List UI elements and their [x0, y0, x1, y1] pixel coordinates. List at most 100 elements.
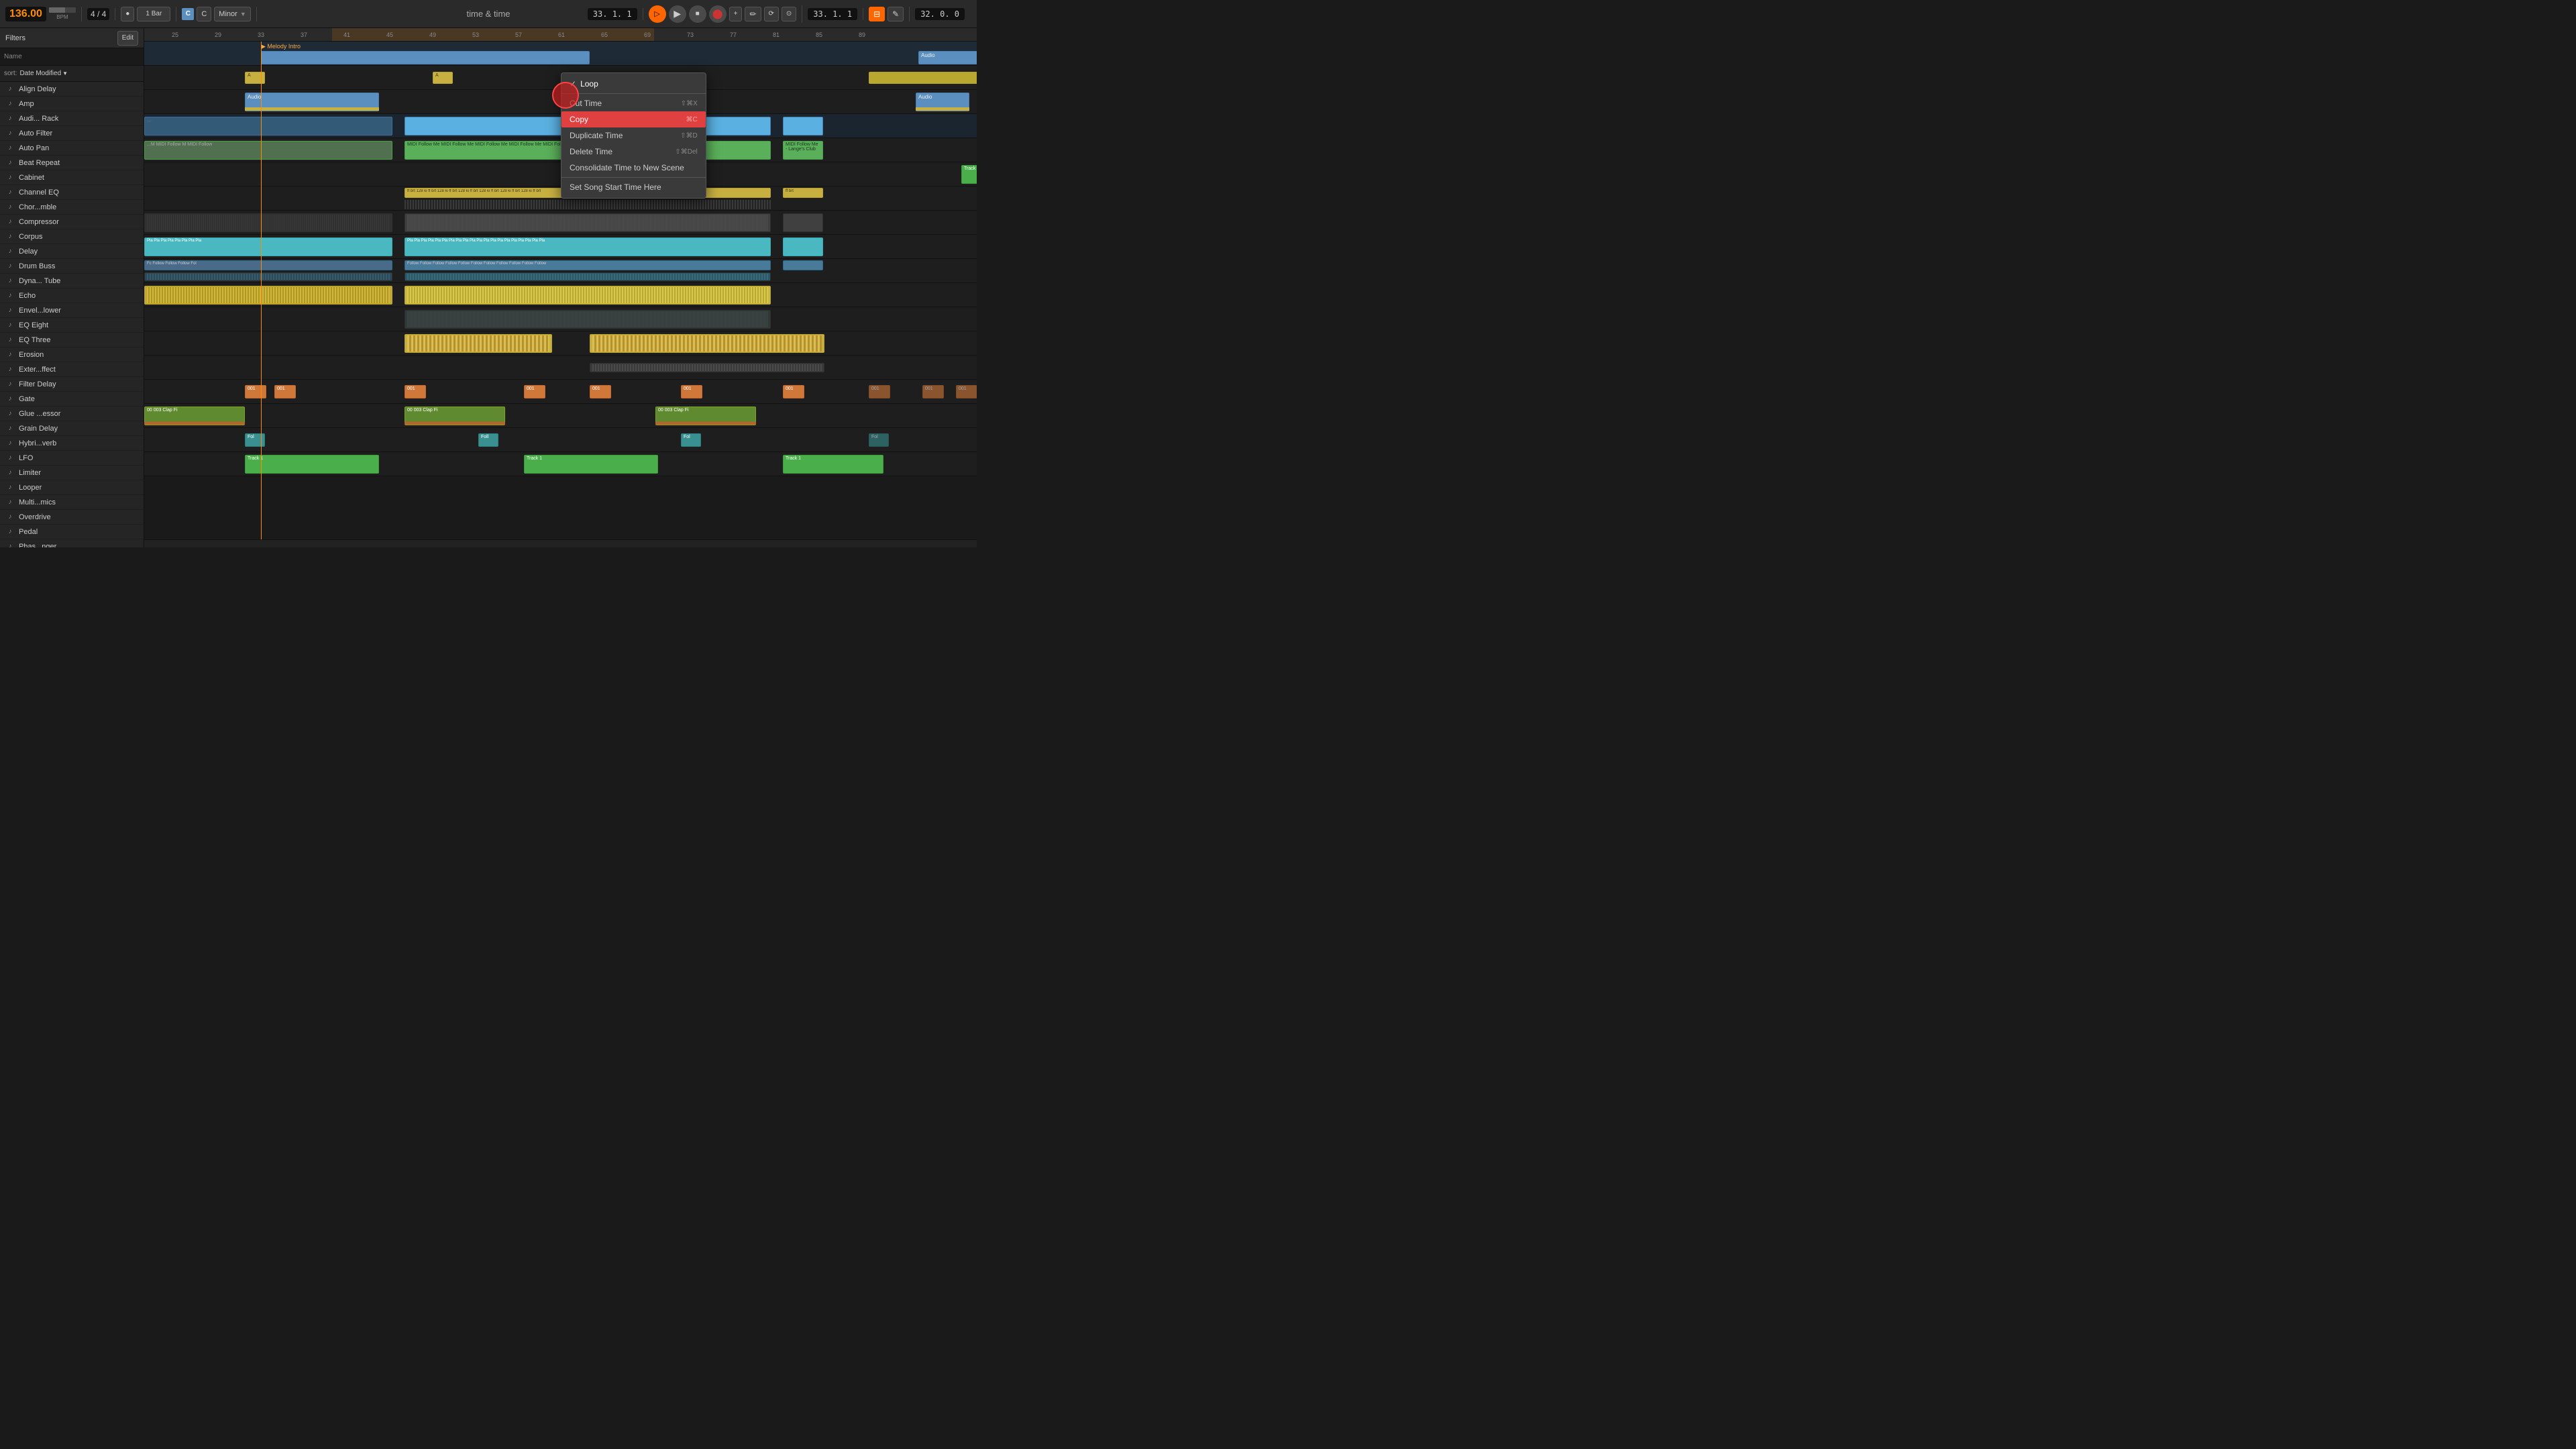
yellow-clip-1[interactable]: A: [245, 72, 265, 84]
audio-clip-2[interactable]: Audio: [918, 51, 977, 64]
scale-selector[interactable]: Minor ▼: [214, 7, 250, 21]
sidebar-item-audi____rack[interactable]: ♪ Audi... Rack: [0, 111, 144, 126]
edit-btn[interactable]: Edit: [117, 31, 138, 46]
midi-f-1[interactable]: ...M MIDI Follow M MIDI Follow: [144, 141, 392, 160]
track1-1[interactable]: Track 1: [245, 455, 379, 474]
teal-1[interactable]: Track 1: [961, 165, 977, 184]
follow-btn[interactable]: ▷: [649, 5, 666, 23]
cyan-3[interactable]: [783, 237, 823, 256]
orange-1[interactable]: 001: [245, 385, 266, 398]
sidebar-item-amp[interactable]: ♪ Amp: [0, 97, 144, 111]
play-btn[interactable]: ▶: [669, 5, 686, 23]
cyan-1[interactable]: Pla Pla Pla Pla Pla Pla Pla Pla: [144, 237, 392, 256]
sidebar-item-compressor[interactable]: ♪ Compressor: [0, 215, 144, 229]
key-selector[interactable]: C: [197, 7, 211, 21]
dense-1[interactable]: [144, 213, 392, 232]
menu-delete-time[interactable]: Delete Time ⇧⌘Del: [561, 144, 706, 160]
follow-dark-1[interactable]: [144, 272, 392, 281]
sidebar-item-multi___mics[interactable]: ♪ Multi...mics: [0, 495, 144, 510]
sidebar-item-align_delay[interactable]: ♪ Align Delay: [0, 82, 144, 97]
orange-9[interactable]: 001: [922, 385, 944, 398]
clip-view-btn[interactable]: ✎: [888, 7, 904, 21]
sidebar-item-eq_three[interactable]: ♪ EQ Three: [0, 333, 144, 347]
yellow-clip-2[interactable]: A: [433, 72, 453, 84]
dense-3[interactable]: [783, 213, 823, 232]
fol-3[interactable]: Fol: [681, 433, 701, 447]
sidebar-item-corpus[interactable]: ♪ Corpus: [0, 229, 144, 244]
yd-1[interactable]: [405, 334, 552, 353]
follow-dark-2[interactable]: [405, 272, 771, 281]
drum-2[interactable]: ff brt: [783, 188, 823, 198]
sidebar-item-chor___mble[interactable]: ♪ Chor...mble: [0, 200, 144, 215]
loop-btn[interactable]: ⟳: [764, 7, 779, 21]
add-btn[interactable]: +: [729, 7, 743, 21]
sidebar-item-auto_pan[interactable]: ♪ Auto Pan: [0, 141, 144, 156]
yellow-clip-3[interactable]: [869, 72, 977, 84]
date-modified-filter[interactable]: Date Modified ▼: [19, 70, 68, 77]
overdub-btn[interactable]: ●: [121, 7, 134, 21]
sidebar-item-erosion[interactable]: ♪ Erosion: [0, 347, 144, 362]
sidebar-item-cabinet[interactable]: ♪ Cabinet: [0, 170, 144, 185]
follow-2[interactable]: Follow Follow Follow Follow Follow Follo…: [405, 260, 771, 270]
menu-copy[interactable]: Copy ⌘C: [561, 111, 706, 127]
dense-2[interactable]: [405, 213, 771, 232]
sidebar-item-echo[interactable]: ♪ Echo: [0, 288, 144, 303]
time-sig-display[interactable]: 4 / 4: [87, 8, 109, 20]
menu-loop[interactable]: ✓Loop: [561, 76, 706, 92]
menu-cut-time[interactable]: Cut Time ⇧⌘X: [561, 95, 706, 111]
tempo-display[interactable]: 136.00: [5, 7, 46, 21]
menu-consolidate[interactable]: Consolidate Time to New Scene: [561, 160, 706, 176]
orange-2[interactable]: 001: [274, 385, 296, 398]
loop-size-btn[interactable]: 1 Bar: [137, 7, 170, 21]
yd-2[interactable]: [590, 334, 824, 353]
sidebar-item-overdrive[interactable]: ♪ Overdrive: [0, 510, 144, 525]
orange-10[interactable]: 001: [956, 385, 977, 398]
dbar-1[interactable]: [590, 363, 824, 372]
midi-f-3[interactable]: MIDI Follow Me - Lange's Club: [783, 141, 823, 160]
orange-8[interactable]: 001: [869, 385, 890, 398]
record-btn[interactable]: ⬤: [709, 5, 727, 23]
sidebar-item-pedal[interactable]: ♪ Pedal: [0, 525, 144, 539]
pencil-btn[interactable]: ✏: [745, 7, 761, 21]
sidebar-item-gate[interactable]: ♪ Gate: [0, 392, 144, 407]
follow-3[interactable]: [783, 260, 823, 270]
dark-1[interactable]: [405, 310, 771, 329]
fol-1[interactable]: Fol: [245, 433, 265, 447]
sidebar-item-lfo[interactable]: ♪ LFO: [0, 451, 144, 466]
sidebar-item-limiter[interactable]: ♪ Limiter: [0, 466, 144, 480]
sidebar-item-envel___lower[interactable]: ♪ Envel...lower: [0, 303, 144, 318]
punch-btn[interactable]: ⊙: [782, 7, 796, 21]
sidebar-item-exter___ffect[interactable]: ♪ Exter...ffect: [0, 362, 144, 377]
sidebar-item-glue____essor[interactable]: ♪ Glue ...essor: [0, 407, 144, 421]
piano-1[interactable]: [144, 286, 392, 305]
horizontal-scrollbar[interactable]: [144, 539, 977, 547]
sidebar-item-eq_eight[interactable]: ♪ EQ Eight: [0, 318, 144, 333]
orange-7[interactable]: 001: [783, 385, 804, 398]
blue-wide-3[interactable]: [783, 117, 823, 136]
fol-2[interactable]: Foll: [478, 433, 498, 447]
stop-btn[interactable]: ■: [689, 5, 706, 23]
audio-clip-1[interactable]: [261, 51, 590, 64]
follow-1[interactable]: Fc Follow Follow Follow Fol: [144, 260, 392, 270]
orange-5[interactable]: 001: [590, 385, 611, 398]
sidebar-item-channel_eq[interactable]: ♪ Channel EQ: [0, 185, 144, 200]
sidebar-item-delay[interactable]: ♪ Delay: [0, 244, 144, 259]
sidebar-item-drum_buss[interactable]: ♪ Drum Buss: [0, 259, 144, 274]
orange-4[interactable]: 001: [524, 385, 545, 398]
sidebar-item-phas___nger[interactable]: ♪ Phas...nger: [0, 539, 144, 547]
orange-3[interactable]: 001: [405, 385, 426, 398]
sidebar-item-dyna____tube[interactable]: ♪ Dyna... Tube: [0, 274, 144, 288]
fol-4[interactable]: Fol: [869, 433, 889, 447]
blue-wide-1[interactable]: ...: [144, 117, 392, 136]
menu-set-start[interactable]: Set Song Start Time Here: [561, 179, 706, 195]
sidebar-item-looper[interactable]: ♪ Looper: [0, 480, 144, 495]
arrange-view-btn[interactable]: ⊟: [869, 7, 885, 21]
menu-duplicate-time[interactable]: Duplicate Time ⇧⌘D: [561, 127, 706, 144]
sidebar-item-auto_filter[interactable]: ♪ Auto Filter: [0, 126, 144, 141]
orange-6[interactable]: 001: [681, 385, 702, 398]
sidebar-item-grain_delay[interactable]: ♪ Grain Delay: [0, 421, 144, 436]
sidebar-item-beat_repeat[interactable]: ♪ Beat Repeat: [0, 156, 144, 170]
piano-2[interactable]: [405, 286, 771, 305]
cyan-2[interactable]: Pla Pla Pla Pla Pla Pla Pla Pla Pla Pla …: [405, 237, 771, 256]
sidebar-item-hybri___verb[interactable]: ♪ Hybri...verb: [0, 436, 144, 451]
